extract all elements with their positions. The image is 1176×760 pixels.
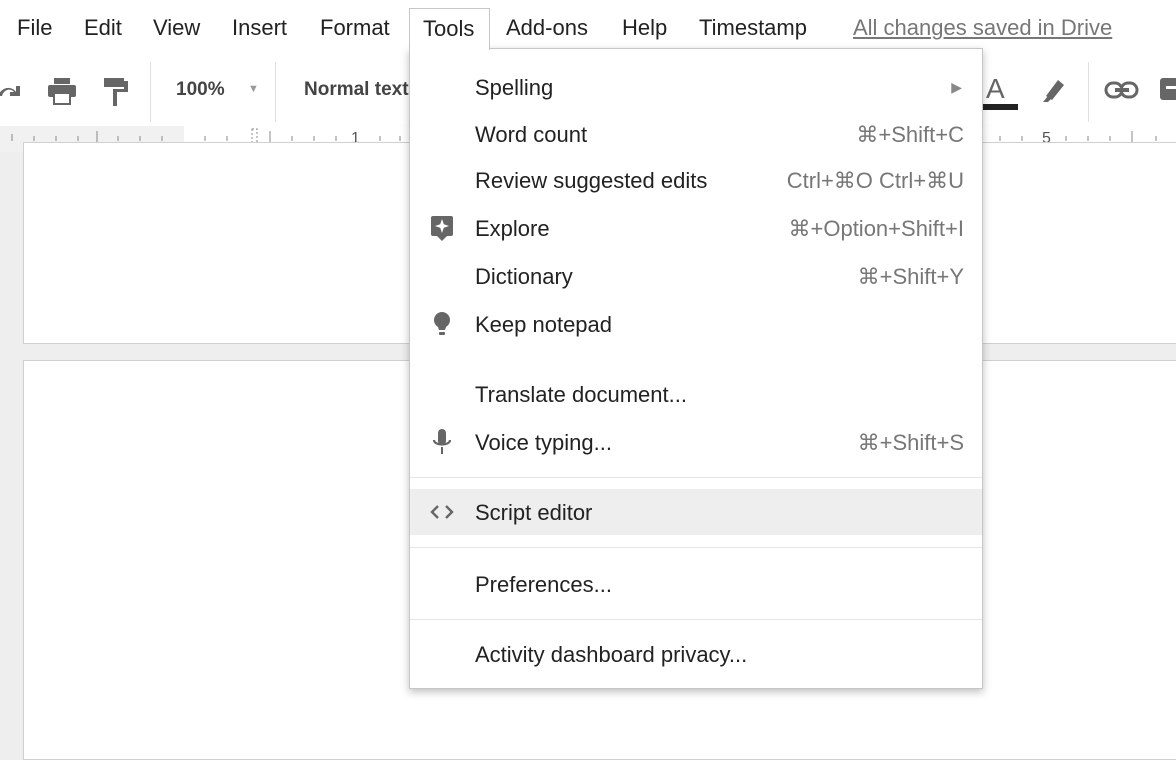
menu-separator xyxy=(410,547,982,548)
svg-text:A: A xyxy=(986,73,1005,104)
menu-item-label: Explore xyxy=(475,216,550,241)
lightbulb-icon xyxy=(434,312,450,335)
code-icon xyxy=(430,505,454,519)
menu-item-label: Translate document... xyxy=(475,382,687,407)
menu-item-explore[interactable]: Explore ⌘+Option+Shift+I xyxy=(410,205,982,251)
menu-item-label: Keep notepad xyxy=(475,312,613,337)
menu-tools[interactable]: Tools xyxy=(409,8,490,50)
highlight-icon[interactable] xyxy=(1040,74,1070,104)
menu-edit[interactable]: Edit xyxy=(76,8,130,48)
link-icon[interactable] xyxy=(1104,80,1140,102)
menu-file[interactable]: File xyxy=(9,8,60,48)
menu-item-shortcut: ⌘+Shift+C xyxy=(856,122,964,147)
menu-item-voice-typing[interactable]: Voice typing... ⌘+Shift+S xyxy=(410,419,982,465)
redo-icon[interactable] xyxy=(0,78,24,104)
menu-item-preferences[interactable]: Preferences... xyxy=(410,561,982,607)
toolbar-separator xyxy=(275,62,276,122)
text-color-icon[interactable]: A xyxy=(982,72,1020,112)
menu-item-label: Activity dashboard privacy... xyxy=(475,642,748,667)
menu-item-activity-dashboard-privacy[interactable]: Activity dashboard privacy... xyxy=(410,631,982,677)
toolbar-separator xyxy=(150,62,151,122)
menu-format[interactable]: Format xyxy=(312,8,398,48)
menu-item-label: Script editor xyxy=(475,500,593,525)
menu-separator xyxy=(410,619,982,620)
menu-item-label: Dictionary xyxy=(475,264,573,289)
menu-item-keep-notepad[interactable]: Keep notepad xyxy=(410,301,982,347)
menu-item-dictionary[interactable]: Dictionary ⌘+Shift+Y xyxy=(410,253,982,299)
menu-help[interactable]: Help xyxy=(614,8,675,48)
microphone-icon xyxy=(432,429,452,454)
menu-item-label: Word count xyxy=(475,122,588,147)
save-status-link[interactable]: All changes saved in Drive xyxy=(853,8,1112,48)
menu-item-spelling[interactable]: Spelling ▶ xyxy=(410,64,982,110)
menu-item-shortcut: ⌘+Shift+Y xyxy=(857,264,964,289)
submenu-arrow-icon: ▶ xyxy=(951,79,962,95)
menu-item-shortcut: ⌘+Shift+S xyxy=(857,430,964,455)
menu-item-review-suggested-edits[interactable]: Review suggested edits Ctrl+⌘O Ctrl+⌘U xyxy=(410,157,982,203)
menu-view[interactable]: View xyxy=(145,8,208,48)
print-icon[interactable] xyxy=(46,76,78,106)
menu-item-shortcut: Ctrl+⌘O Ctrl+⌘U xyxy=(786,168,964,193)
menu-item-script-editor[interactable]: Script editor xyxy=(410,489,982,535)
menu-item-label: Voice typing... xyxy=(475,430,612,455)
zoom-caret-icon: ▼ xyxy=(248,83,259,95)
menu-item-translate-document[interactable]: Translate document... xyxy=(410,371,982,417)
menu-item-label: Preferences... xyxy=(475,572,612,597)
paragraph-style-select[interactable]: Normal text xyxy=(304,79,409,101)
paint-format-icon[interactable] xyxy=(102,76,130,108)
tools-menu: Spelling ▶ Word count ⌘+Shift+C Review s… xyxy=(409,48,983,689)
menu-item-word-count[interactable]: Word count ⌘+Shift+C xyxy=(410,111,982,157)
zoom-select[interactable]: 100% xyxy=(176,79,225,101)
menu-addons[interactable]: Add-ons xyxy=(498,8,596,48)
menu-insert[interactable]: Insert xyxy=(224,8,295,48)
menu-timestamp[interactable]: Timestamp xyxy=(691,8,815,48)
menu-item-shortcut: ⌘+Option+Shift+I xyxy=(788,216,965,241)
menu-separator xyxy=(410,477,982,478)
menu-item-label: Spelling xyxy=(475,75,554,100)
comment-icon[interactable] xyxy=(1158,76,1176,106)
toolbar-separator xyxy=(1088,62,1089,122)
menu-item-label: Review suggested edits xyxy=(475,168,708,193)
explore-icon xyxy=(431,216,453,241)
